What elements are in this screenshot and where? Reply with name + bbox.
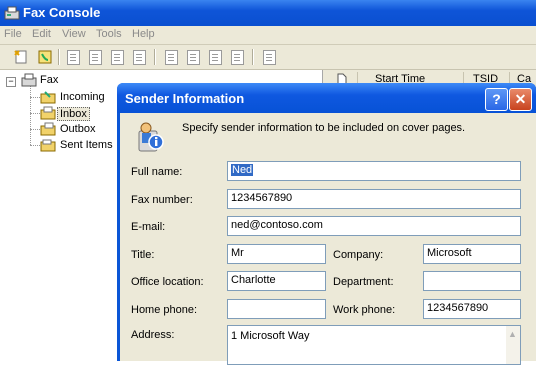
office-location-field[interactable]: Charlotte: [227, 271, 326, 291]
tree-item-fax[interactable]: − Fax: [0, 73, 120, 89]
help-button[interactable]: ?: [485, 88, 508, 111]
fax-number-label: Fax number:: [131, 194, 193, 206]
tree-line: [30, 86, 31, 145]
tree-label-outbox: Outbox: [60, 123, 96, 135]
fax-number-field[interactable]: 1234567890: [227, 189, 521, 209]
sender-info-icon: [138, 122, 164, 152]
address-label: Address:: [131, 329, 175, 341]
properties-icon[interactable]: [260, 48, 278, 66]
email-field[interactable]: ned@contoso.com: [227, 216, 521, 236]
menu-file[interactable]: File: [4, 28, 22, 40]
window-titlebar[interactable]: Fax Console: [0, 0, 536, 26]
fax-machine-icon: [21, 73, 37, 87]
email-label: E-mail:: [131, 221, 166, 233]
full-name-value: Ned: [231, 164, 254, 176]
sent-items-folder-icon: [40, 139, 56, 152]
office-location-label: Office location:: [131, 276, 204, 288]
tree-label-sent-items: Sent Items: [60, 139, 113, 151]
toolbar: [0, 45, 536, 70]
title-field[interactable]: Mr: [227, 244, 326, 264]
tree-label-incoming: Incoming: [60, 91, 105, 103]
work-phone-label: Work phone:: [333, 304, 396, 316]
fax-machine-icon: [4, 6, 20, 20]
save-as-icon[interactable]: [86, 48, 104, 66]
address-value: 1 Microsoft Way: [231, 330, 310, 342]
close-button[interactable]: ✕: [509, 88, 532, 111]
dialog-intro-text: Specify sender information to be include…: [182, 122, 466, 134]
receive-fax-icon[interactable]: [36, 48, 54, 66]
view-icon[interactable]: [64, 48, 82, 66]
home-phone-label: Home phone:: [131, 304, 198, 316]
new-fax-icon[interactable]: [12, 48, 30, 66]
full-name-field[interactable]: Ned: [227, 161, 521, 181]
sender-information-dialog: Sender Information ? ✕ Specify sender in…: [117, 83, 536, 365]
department-field[interactable]: [423, 271, 521, 291]
pause-icon[interactable]: [228, 48, 246, 66]
company-field[interactable]: Microsoft: [423, 244, 521, 264]
department-label: Department:: [333, 276, 394, 288]
inbox-folder-icon: [40, 106, 56, 120]
forward-icon[interactable]: [184, 48, 202, 66]
outbox-folder-icon: [40, 122, 56, 136]
tree-line: [30, 97, 40, 98]
tree-label-inbox: Inbox: [57, 107, 90, 121]
dialog-titlebar[interactable]: Sender Information ? ✕: [117, 83, 536, 113]
tree-label-fax: Fax: [40, 74, 59, 86]
window-title: Fax Console: [23, 5, 101, 20]
full-name-label: Full name:: [131, 166, 183, 178]
work-phone-field[interactable]: 1234567890: [423, 299, 521, 319]
toolbar-separator: [154, 49, 156, 65]
company-label: Company:: [333, 249, 384, 261]
scroll-up-icon[interactable]: ▲: [508, 329, 517, 339]
email-icon[interactable]: [206, 48, 224, 66]
print-icon[interactable]: [108, 48, 126, 66]
address-scrollbar[interactable]: ▲: [506, 326, 520, 364]
collapse-icon[interactable]: −: [6, 77, 16, 87]
dialog-title: Sender Information: [125, 91, 245, 106]
delete-icon[interactable]: [130, 48, 148, 66]
toolbar-separator: [252, 49, 254, 65]
dialog-body: Specify sender information to be include…: [120, 113, 536, 365]
home-phone-field[interactable]: [227, 299, 326, 319]
incoming-folder-icon: [40, 91, 56, 104]
menu-help[interactable]: Help: [132, 28, 155, 40]
tree-line: [30, 129, 40, 130]
title-label: Title:: [131, 249, 155, 261]
reply-icon[interactable]: [162, 48, 180, 66]
menu-tools[interactable]: Tools: [96, 28, 122, 40]
address-field[interactable]: 1 Microsoft Way ▲: [227, 325, 521, 365]
menu-view[interactable]: View: [62, 28, 86, 40]
menu-bar: File Edit View Tools Help: [0, 26, 536, 45]
menu-edit[interactable]: Edit: [32, 28, 51, 40]
toolbar-separator: [58, 49, 60, 65]
tree-line: [30, 145, 40, 146]
tree-line: [30, 113, 40, 114]
